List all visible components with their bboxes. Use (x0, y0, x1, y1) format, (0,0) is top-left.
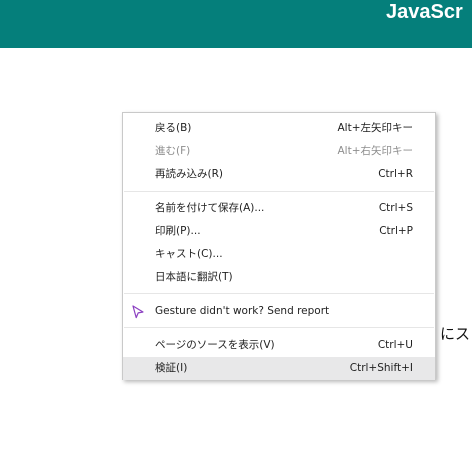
menu-item-view-source[interactable]: ページのソースを表示(V) Ctrl+U (123, 334, 435, 357)
header-title: JavaScr (386, 1, 463, 23)
menu-item-gesture-report[interactable]: Gesture didn't work? Send report (123, 300, 435, 323)
menu-item-print[interactable]: 印刷(P)... Ctrl+P (123, 220, 435, 243)
menu-item-label: キャスト(C)... (155, 248, 223, 260)
menu-item-label: 日本語に翻訳(T) (155, 271, 233, 283)
menu-item-label: 名前を付けて保存(A)... (155, 202, 265, 214)
menu-item-shortcut: Ctrl+S (378, 202, 413, 214)
site-header: JavaScr (0, 0, 472, 48)
menu-item-label: 検証(I) (155, 362, 188, 374)
menu-item-forward[interactable]: 進む(F) Alt+右矢印キー (123, 140, 435, 163)
page: JavaScr にス 戻る(B) Alt+左矢印キー 進む(F) Alt+右矢印… (0, 0, 472, 453)
menu-item-label: ページのソースを表示(V) (155, 339, 275, 351)
context-menu: 戻る(B) Alt+左矢印キー 進む(F) Alt+右矢印キー 再読み込み(R)… (122, 112, 436, 380)
menu-item-translate[interactable]: 日本語に翻訳(T) (123, 266, 435, 289)
menu-item-reload[interactable]: 再読み込み(R) Ctrl+R (123, 163, 435, 186)
menu-item-label: Gesture didn't work? Send report (155, 305, 330, 317)
menu-item-shortcut: Ctrl+Shift+I (349, 362, 413, 374)
menu-item-inspect[interactable]: 検証(I) Ctrl+Shift+I (123, 357, 435, 380)
menu-item-label: 進む(F) (155, 145, 191, 157)
menu-separator (124, 191, 434, 192)
menu-item-label: 戻る(B) (155, 122, 192, 134)
page-body-text: にス (440, 325, 471, 343)
menu-separator (124, 293, 434, 294)
menu-separator (124, 327, 434, 328)
menu-item-shortcut: Ctrl+U (377, 339, 413, 351)
menu-item-label: 印刷(P)... (155, 225, 201, 237)
menu-item-shortcut: Alt+左矢印キー (337, 122, 413, 134)
menu-item-shortcut: Ctrl+R (378, 168, 413, 180)
menu-item-shortcut: Alt+右矢印キー (337, 145, 413, 157)
menu-item-cast[interactable]: キャスト(C)... (123, 243, 435, 266)
menu-item-save-as[interactable]: 名前を付けて保存(A)... Ctrl+S (123, 197, 435, 220)
gesture-cursor-icon (132, 305, 144, 319)
menu-item-label: 再読み込み(R) (155, 168, 223, 180)
menu-item-shortcut: Ctrl+P (379, 225, 413, 237)
menu-item-back[interactable]: 戻る(B) Alt+左矢印キー (123, 117, 435, 140)
